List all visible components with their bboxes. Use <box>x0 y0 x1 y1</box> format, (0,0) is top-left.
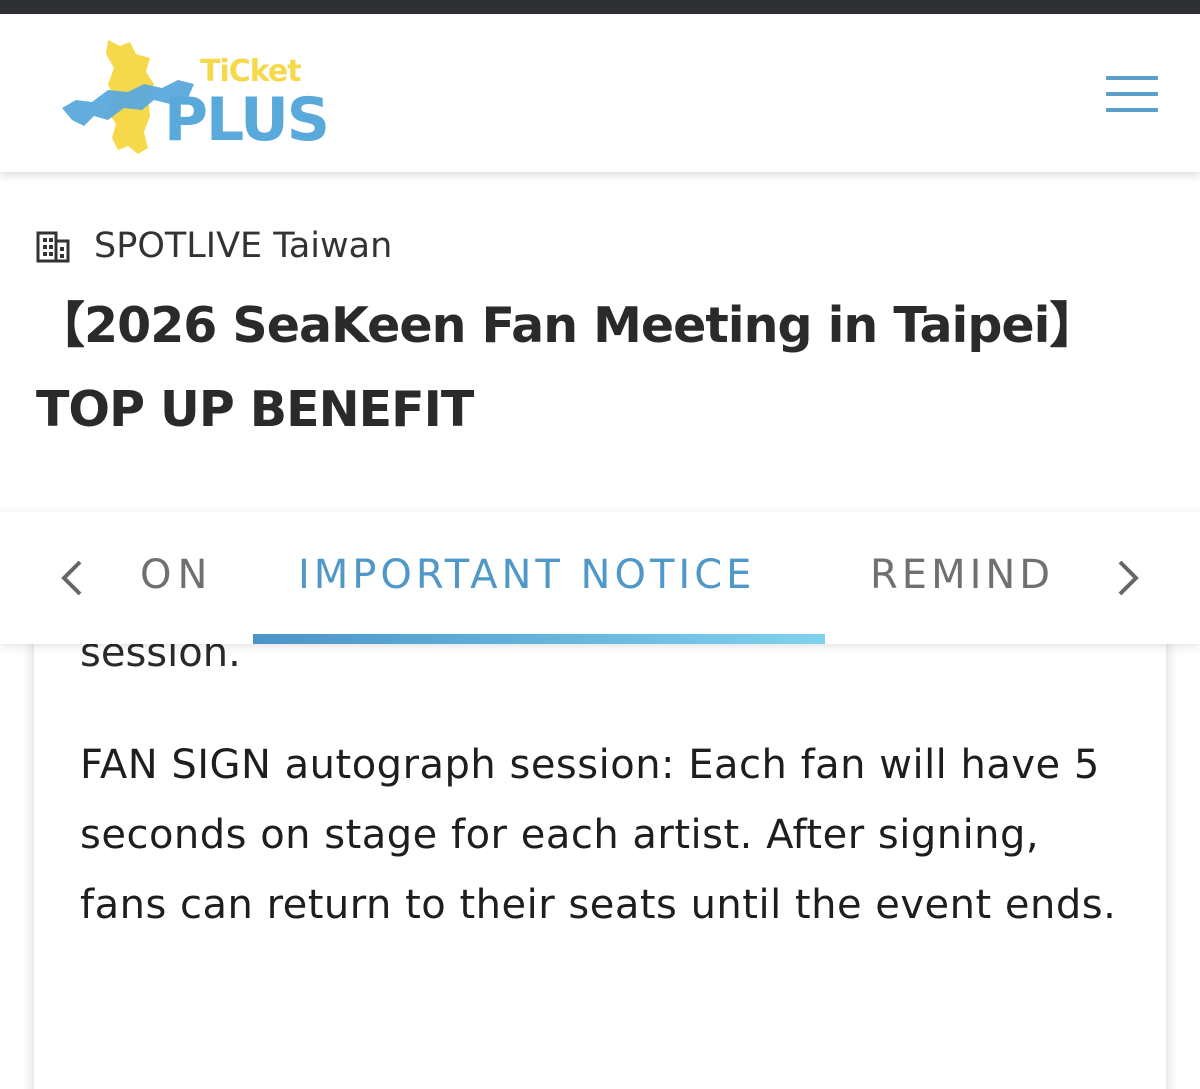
building-icon <box>36 231 70 263</box>
top-status-strip <box>0 0 1200 14</box>
tab-remind[interactable]: REMIND <box>870 552 1054 598</box>
active-tab-indicator <box>253 634 825 644</box>
hamburger-menu-icon[interactable] <box>1106 76 1158 112</box>
event-title: 【2026 SeaKeen Fan Meeting in Taipei】 TOP… <box>36 284 1166 452</box>
logo-ticket-text: TiCket <box>200 54 302 89</box>
section-tab-bar: ON IMPORTANT NOTICE REMIND <box>0 512 1200 644</box>
chevron-left-icon[interactable] <box>54 556 90 600</box>
tab-previous-partial[interactable]: ON <box>140 552 213 598</box>
chevron-right-icon[interactable] <box>1110 556 1146 600</box>
fan-sign-notice-paragraph: FAN SIGN autograph session: Each fan wil… <box>80 742 1117 928</box>
event-title-line2: TOP UP BENEFIT <box>36 381 474 438</box>
logo-plus-text: PLUS <box>164 85 330 155</box>
ticketplus-logo[interactable]: TiCket PLUS <box>58 28 330 158</box>
tab-important-notice[interactable]: IMPORTANT NOTICE <box>298 552 755 598</box>
notice-content-card: session. FAN SIGN autograph session: Eac… <box>34 600 1166 1089</box>
organizer-row: SPOTLIVE Taiwan <box>36 224 392 268</box>
organizer-name[interactable]: SPOTLIVE Taiwan <box>94 226 392 266</box>
event-title-line1: 【2026 SeaKeen Fan Meeting in Taipei】 <box>36 297 1098 354</box>
site-header: TiCket PLUS <box>0 14 1200 172</box>
